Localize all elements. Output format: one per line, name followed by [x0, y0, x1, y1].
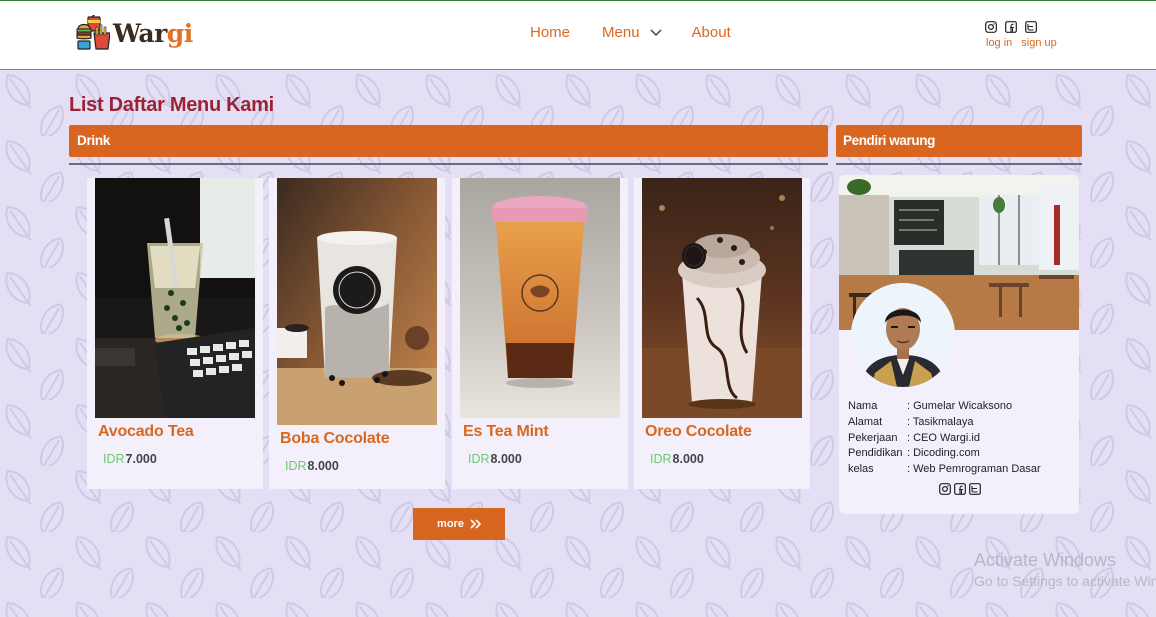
price-value: 8.000: [307, 459, 339, 473]
signup-link[interactable]: sign up: [1021, 37, 1056, 49]
product-card[interactable]: Es Tea Mint IDR8.000: [452, 178, 628, 489]
founder-social-links: [939, 483, 981, 495]
double-chevron-right-icon: [470, 519, 481, 529]
info-row: Nama : Gumelar Wicaksono: [848, 399, 1041, 415]
product-image-es-tea-mint: [460, 178, 620, 418]
price-currency: IDR: [285, 459, 307, 473]
info-row: Pendidikan : Dicoding.com: [848, 446, 1041, 462]
info-key: Alamat: [848, 415, 883, 428]
product-name: Avocado Tea: [98, 423, 194, 440]
facebook-icon[interactable]: [954, 483, 966, 495]
nav-about[interactable]: About: [692, 24, 731, 41]
info-row: Alamat : Tasikmalaya: [848, 415, 1041, 431]
section-label: Drink: [77, 133, 111, 148]
site-header: Wargi Home Menu About log in sign up: [0, 1, 1156, 70]
info-key: kelas: [848, 463, 874, 476]
info-value: : Tasikmalaya: [907, 415, 974, 428]
instagram-icon[interactable]: [939, 483, 951, 495]
info-value: : Web Pemrograman Dasar: [907, 463, 1041, 476]
product-card[interactable]: Avocado Tea IDR7.000: [87, 178, 263, 489]
price-value: 8.000: [672, 452, 704, 466]
header-social-links: [985, 21, 1037, 33]
product-image-avocado-tea: [95, 178, 255, 418]
main-nav: Home Menu About: [530, 24, 731, 41]
product-name: Boba Cocolate: [280, 430, 390, 447]
section-divider: [69, 163, 828, 165]
login-link[interactable]: log in: [986, 37, 1012, 49]
twitter-icon[interactable]: [1025, 21, 1037, 33]
product-image-boba-cocolate: [277, 178, 437, 425]
product-price: IDR8.000: [468, 452, 522, 466]
info-key: Nama: [848, 400, 878, 412]
product-name: Es Tea Mint: [463, 423, 549, 440]
nav-menu-label: Menu: [602, 24, 640, 41]
price-currency: IDR: [468, 452, 490, 466]
price-currency: IDR: [650, 452, 672, 466]
auth-links: log in sign up: [986, 37, 1057, 49]
founder-info: Nama : Gumelar Wicaksono Alamat : Tasikmal…: [848, 399, 1041, 478]
brand-name: Wargi: [113, 18, 193, 48]
instagram-icon[interactable]: [985, 21, 997, 33]
info-value: : CEO Wargi.id: [907, 431, 980, 444]
sidebar-divider: [836, 163, 1082, 165]
section-header-pendiri: Pendiri warung: [836, 125, 1082, 157]
more-button-label: more: [437, 518, 464, 530]
price-currency: IDR: [103, 452, 125, 466]
product-card[interactable]: Boba Cocolate IDR8.000: [269, 178, 445, 489]
page-title: List Daftar Menu Kami: [69, 94, 274, 116]
price-value: 7.000: [125, 452, 157, 466]
price-value: 8.000: [490, 452, 522, 466]
fastfood-logo-icon: [76, 15, 110, 50]
info-row: kelas : Web Pemrograman Dasar: [848, 462, 1041, 478]
founder-profile-card: Nama : Gumelar Wicaksono Alamat : Tasikmal…: [839, 175, 1079, 514]
windows-activation-watermark: Activate Windows Go to Settings to activ…: [974, 550, 1156, 589]
info-key: Pekerjaan: [848, 431, 898, 444]
founder-avatar: [851, 283, 955, 387]
section-header-drink: Drink: [69, 125, 828, 157]
chevron-down-icon: [649, 28, 662, 36]
more-button[interactable]: more: [413, 508, 505, 540]
watermark-title: Activate Windows: [974, 550, 1117, 570]
product-image-oreo-cocolate: [642, 178, 802, 418]
info-value: : Gumelar Wicaksono: [907, 400, 1013, 412]
facebook-icon[interactable]: [1005, 21, 1017, 33]
info-key: Pendidikan: [848, 447, 903, 460]
brand-logo[interactable]: Wargi: [74, 13, 193, 53]
founder-photo: [851, 283, 955, 387]
product-price: IDR8.000: [650, 452, 704, 466]
nav-home[interactable]: Home: [530, 24, 570, 41]
product-price: IDR8.000: [285, 459, 339, 473]
product-price: IDR7.000: [103, 452, 157, 466]
product-name: Oreo Cocolate: [645, 423, 752, 440]
info-value: : Dicoding.com: [907, 447, 980, 460]
nav-menu-dropdown[interactable]: Menu: [602, 24, 662, 41]
product-card[interactable]: Oreo Cocolate IDR8.000: [634, 178, 810, 489]
twitter-icon[interactable]: [969, 483, 981, 495]
watermark-subtitle: Go to Settings to activate Windows.: [974, 573, 1156, 589]
sidebar-title: Pendiri warung: [843, 133, 935, 148]
info-row: Pekerjaan : CEO Wargi.id: [848, 431, 1041, 447]
